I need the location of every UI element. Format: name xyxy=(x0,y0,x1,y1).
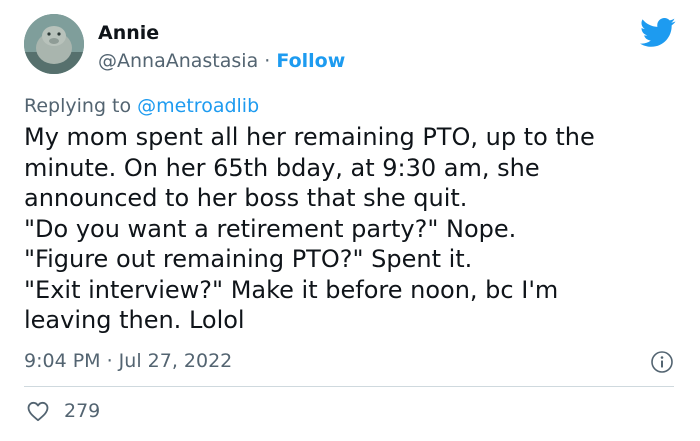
tweet-card: Annie @AnnaAnastasia · Follow Replying t… xyxy=(0,0,700,441)
tweet-line: leaving then. Lolol xyxy=(24,306,245,334)
avatar[interactable] xyxy=(24,14,84,74)
twitter-bird-icon[interactable] xyxy=(640,18,676,48)
info-icon[interactable] xyxy=(650,350,674,374)
tweet-line: "Exit interview?" Make it before noon, b… xyxy=(24,275,559,304)
like-count: 279 xyxy=(64,400,101,422)
replying-to-prefix: Replying to xyxy=(24,95,138,117)
avatar-image xyxy=(24,14,84,74)
separator: · xyxy=(258,50,277,72)
tweet-timestamp[interactable]: 9:04 PM · Jul 27, 2022 xyxy=(24,350,232,372)
display-name[interactable]: Annie xyxy=(98,22,159,44)
reply-mention-link[interactable]: @metroadlib xyxy=(137,95,259,117)
tweet-line: "Do you want a retirement party?" Nope. xyxy=(24,214,517,243)
replying-to: Replying to @metroadlib xyxy=(24,95,259,117)
tweet-line: My mom spent all her remaining PTO, up t… xyxy=(24,123,595,151)
tweet-line: "Figure out remaining PTO?" Spent it. xyxy=(24,245,473,273)
user-handle[interactable]: @AnnaAnastasia xyxy=(98,50,258,72)
tweet-text: My mom spent all her remaining PTO, up t… xyxy=(24,122,674,336)
divider xyxy=(24,386,674,387)
tweet-line: minute. On her 65th bday, at 9:30 am, sh… xyxy=(24,153,540,182)
tweet-line: announced to her boss that she quit. xyxy=(24,184,468,212)
heart-icon[interactable] xyxy=(26,400,50,422)
follow-button[interactable]: Follow xyxy=(276,50,345,72)
handle-row: @AnnaAnastasia · Follow xyxy=(98,50,345,72)
